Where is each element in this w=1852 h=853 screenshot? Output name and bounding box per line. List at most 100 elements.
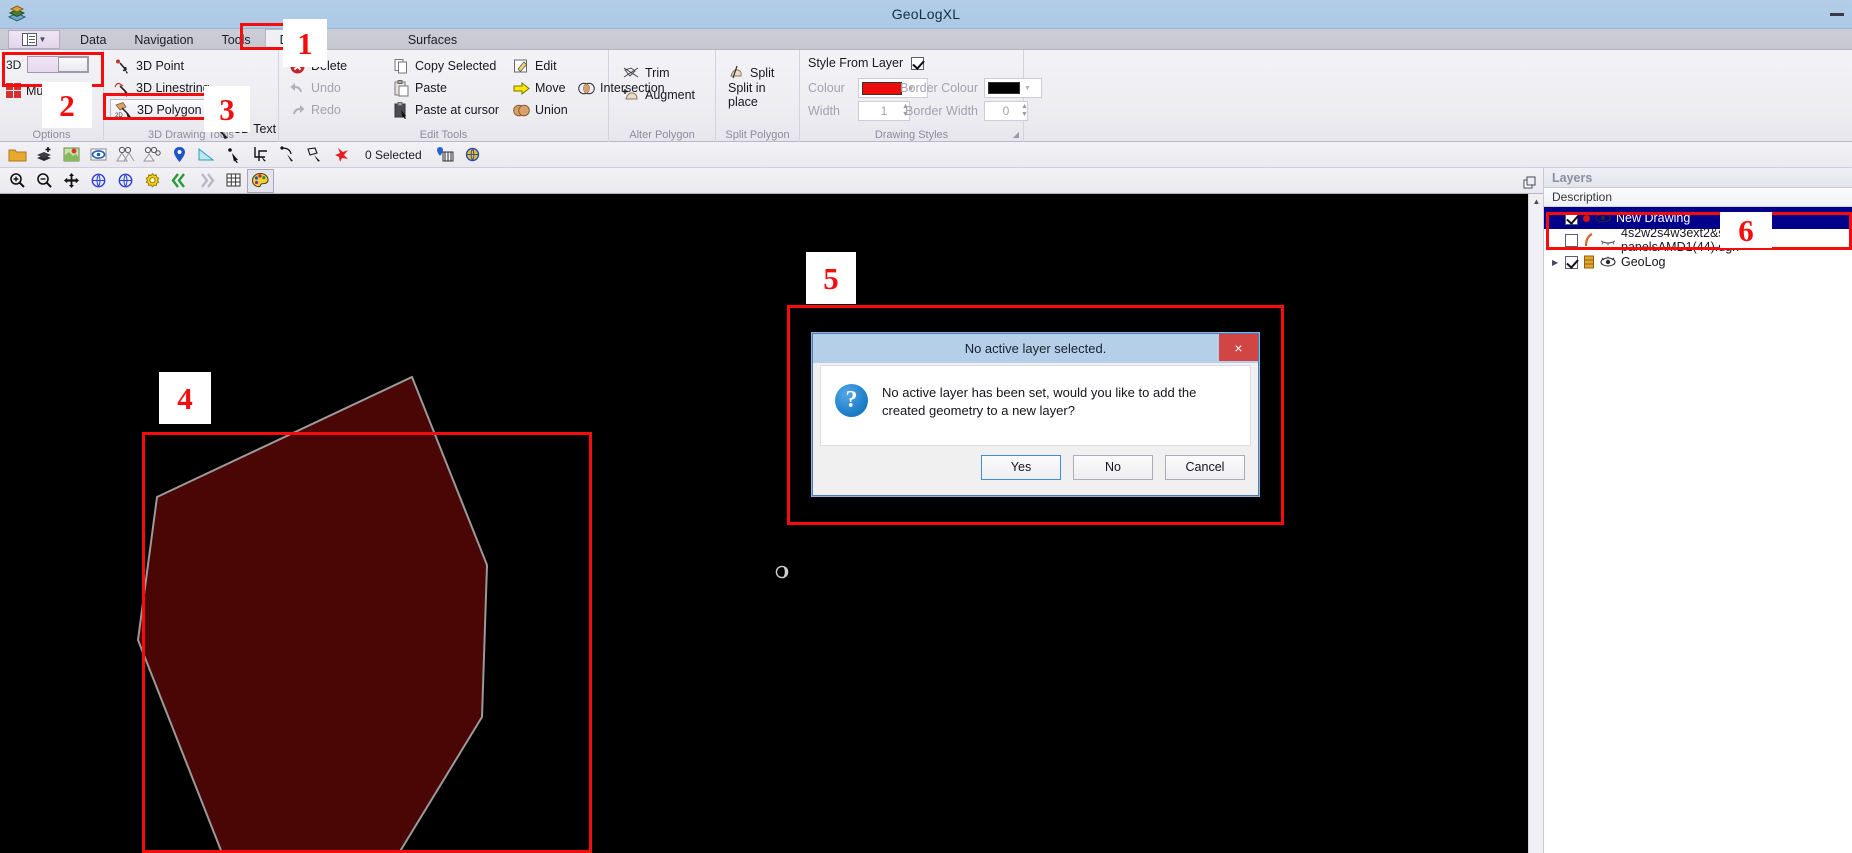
sun-globe-icon[interactable] xyxy=(459,143,486,167)
settings-gear-icon[interactable] xyxy=(139,169,166,193)
toggle-knob xyxy=(58,57,88,72)
red-dot-icon xyxy=(1583,215,1590,222)
border-colour-swatch xyxy=(988,82,1020,94)
eye-open-icon[interactable] xyxy=(1595,212,1611,224)
window-title: GeoLogXL xyxy=(0,6,1852,22)
dialog-title: No active layer selected. xyxy=(965,341,1107,356)
3d-linestring-label: 3D Linestring xyxy=(136,81,210,95)
expand-arrow-icon[interactable]: ▶ xyxy=(1552,258,1560,267)
select-area-icon[interactable] xyxy=(274,143,301,167)
measure-group-icon[interactable] xyxy=(139,143,166,167)
tab-surfaces[interactable]: Surfaces xyxy=(394,29,471,50)
canvas-vertical-scrollbar[interactable]: ▲ xyxy=(1528,194,1543,853)
tab-data[interactable]: Data xyxy=(66,29,120,50)
paste-at-cursor-icon xyxy=(393,102,410,119)
palette-icon[interactable] xyxy=(247,169,274,193)
drawing-canvas[interactable] xyxy=(0,194,1528,853)
add-layer-icon[interactable] xyxy=(31,143,58,167)
layer-visibility-checkbox[interactable] xyxy=(1565,212,1578,225)
3d-polygon-button[interactable]: 2D 3D Polygon xyxy=(110,99,218,120)
augment-button[interactable]: Augment xyxy=(619,84,715,106)
crop-icon[interactable] xyxy=(247,143,274,167)
globe-next-icon[interactable] xyxy=(112,169,139,193)
layer-visibility-checkbox[interactable] xyxy=(1565,256,1578,269)
border-width-stepper[interactable]: ▲▼ xyxy=(1021,103,1028,119)
grid-icon[interactable] xyxy=(220,169,247,193)
group-label-options: Options xyxy=(0,129,103,141)
file-menu-button[interactable]: ▼ xyxy=(8,30,60,49)
select-lasso-icon[interactable] xyxy=(301,143,328,167)
style-from-layer-label: Style From Layer xyxy=(808,56,903,70)
multi-select-icon xyxy=(6,83,21,98)
trim-label: Trim xyxy=(645,66,670,80)
redo-button[interactable]: Redo xyxy=(285,99,351,121)
stepper-up-icon[interactable]: ▲ xyxy=(1021,103,1028,111)
ribbon-tab-bar: ▼ Data Navigation Tools Draw Surfaces xyxy=(0,29,1852,50)
trim-button[interactable]: Trim xyxy=(619,62,715,84)
measure-pair-icon[interactable] xyxy=(112,143,139,167)
union-button[interactable]: Union xyxy=(509,99,572,121)
split-in-place-button[interactable]: Split in place xyxy=(724,84,799,106)
3d-linestring-button[interactable]: 3D Linestring xyxy=(110,77,278,99)
geolog-layer-row[interactable]: ▶ GeoLog xyxy=(1544,251,1852,273)
clear-selection-icon[interactable] xyxy=(328,143,355,167)
paste-at-cursor-button[interactable]: Paste at cursor xyxy=(389,99,503,121)
zoom-in-icon[interactable] xyxy=(4,169,31,193)
dock-panel-icon[interactable] xyxy=(1523,176,1537,190)
augment-icon xyxy=(623,87,640,104)
3d-point-button[interactable]: 3D Point xyxy=(110,55,278,77)
tab-navigation[interactable]: Navigation xyxy=(120,29,207,50)
layer-visibility-checkbox[interactable] xyxy=(1565,234,1578,247)
map-image-icon[interactable] xyxy=(58,143,85,167)
pan-icon[interactable] xyxy=(58,169,85,193)
close-icon[interactable]: × xyxy=(1219,334,1258,361)
dialog-launcher-icon[interactable]: ◢ xyxy=(1013,130,1019,139)
border-colour-picker[interactable]: ▼ xyxy=(984,78,1042,98)
tab-tools[interactable]: Tools xyxy=(207,29,264,50)
callout-2: 2 xyxy=(42,82,92,128)
drawn-polygon[interactable] xyxy=(138,377,487,853)
rewind-icon[interactable] xyxy=(166,169,193,193)
triangle-ruler-icon[interactable] xyxy=(193,143,220,167)
marker-pin-icon[interactable] xyxy=(166,143,193,167)
copy-icon xyxy=(393,58,410,75)
move-icon xyxy=(513,80,530,97)
copy-selected-button[interactable]: Copy Selected xyxy=(389,55,503,77)
no-button[interactable]: No xyxy=(1073,455,1153,480)
3d-toggle[interactable]: 3D xyxy=(0,56,103,73)
layers-panel-title: Layers xyxy=(1544,168,1852,188)
forward-icon[interactable] xyxy=(193,169,220,193)
dgn-layer-row[interactable]: 4s2w2s4w3ext2&side panelsAMD1(44).dgn xyxy=(1544,229,1852,251)
move-button[interactable]: Move xyxy=(509,77,572,99)
yes-button[interactable]: Yes xyxy=(981,455,1061,480)
edit-button[interactable]: Edit xyxy=(509,55,572,77)
scroll-up-icon[interactable]: ▲ xyxy=(1529,194,1544,209)
undo-button[interactable]: Undo xyxy=(285,77,351,99)
open-folder-icon[interactable] xyxy=(4,143,31,167)
3d-polygon-icon: 2D xyxy=(115,101,132,118)
paste-button[interactable]: Paste xyxy=(389,77,503,99)
callout-4: 4 xyxy=(159,372,211,424)
cancel-button[interactable]: Cancel xyxy=(1165,455,1245,480)
no-active-layer-dialog[interactable]: No active layer selected. × ? No active … xyxy=(812,333,1259,496)
3d-toggle-switch[interactable] xyxy=(27,56,89,73)
dialog-buttons: Yes No Cancel xyxy=(820,447,1251,487)
multi-label: Mu xyxy=(26,84,43,98)
group-label-alter-polygon: Alter Polygon xyxy=(609,129,715,141)
move-label: Move xyxy=(535,81,566,95)
zoom-out-icon[interactable] xyxy=(31,169,58,193)
stepper-down-icon[interactable]: ▼ xyxy=(1021,111,1028,119)
ribbon-panel: 3D Mu Options xyxy=(0,50,1852,142)
grid-pin-icon[interactable] xyxy=(432,143,459,167)
split-in-place-label: Split in place xyxy=(728,81,795,109)
eye-closed-icon[interactable] xyxy=(1600,234,1616,246)
select-point-icon[interactable] xyxy=(220,143,247,167)
canvas-graphics xyxy=(0,194,1528,853)
callout-1: 1 xyxy=(283,19,327,67)
eye-open-icon[interactable] xyxy=(1600,256,1616,268)
minimize-button[interactable] xyxy=(1830,13,1844,16)
style-from-layer-checkbox[interactable] xyxy=(911,57,924,70)
view-icon[interactable] xyxy=(85,143,112,167)
ribbon-group-split-polygon: Split Split in place Split Polygon xyxy=(716,50,800,142)
globe-previous-icon[interactable] xyxy=(85,169,112,193)
